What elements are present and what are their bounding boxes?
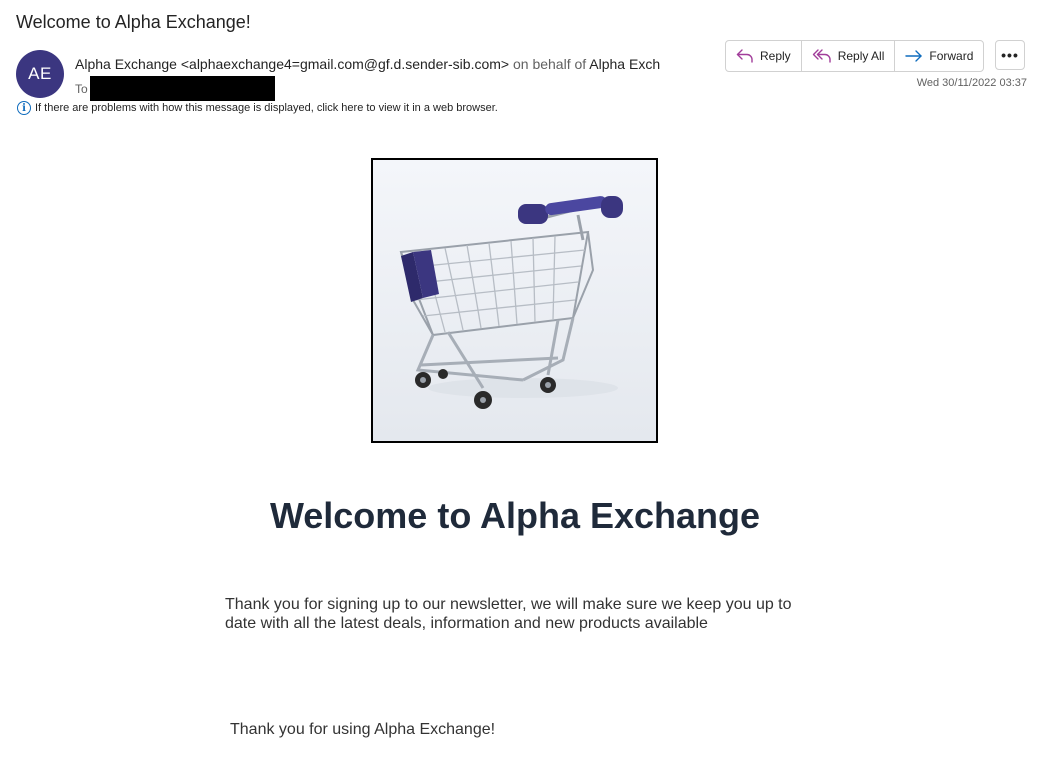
display-problem-notice[interactable]: i If there are problems with how this me… bbox=[17, 101, 498, 115]
on-behalf-name[interactable]: Alpha Exch bbox=[589, 56, 660, 72]
welcome-headline: Welcome to Alpha Exchange bbox=[269, 495, 761, 536]
sender-address: <alphaexchange4=gmail.com@gf.d.sender-si… bbox=[180, 56, 510, 72]
reply-all-label: Reply All bbox=[837, 49, 885, 63]
avatar[interactable]: AE bbox=[16, 50, 64, 98]
message-actions: Reply Reply All Forward bbox=[725, 40, 985, 72]
on-behalf-label: on behalf of bbox=[512, 56, 587, 72]
info-notice-text[interactable]: If there are problems with how this mess… bbox=[35, 102, 498, 114]
more-actions-button[interactable]: ••• bbox=[995, 40, 1025, 70]
to-label: To bbox=[75, 81, 88, 96]
reply-all-button[interactable]: Reply All bbox=[800, 41, 895, 71]
sent-date: Wed 30/11/2022 03:37 bbox=[916, 77, 1027, 89]
reply-label: Reply bbox=[760, 49, 791, 63]
reply-button[interactable]: Reply bbox=[726, 41, 801, 71]
avatar-initials: AE bbox=[28, 64, 52, 83]
closing-text: Thank you for using Alpha Exchange! bbox=[230, 721, 496, 738]
sender-name[interactable]: Alpha Exchange bbox=[75, 56, 177, 72]
email-subject: Welcome to Alpha Exchange! bbox=[16, 12, 251, 32]
reply-all-icon bbox=[812, 49, 831, 63]
shopping-cart-icon bbox=[373, 160, 656, 441]
more-icon: ••• bbox=[1001, 47, 1019, 63]
redacted-recipient bbox=[89, 76, 275, 101]
email-reading-pane: Welcome to Alpha Exchange! AE Alpha Exch… bbox=[0, 0, 1043, 758]
forward-label: Forward bbox=[929, 49, 974, 63]
reply-icon bbox=[736, 49, 753, 63]
shopping-cart-image bbox=[371, 158, 658, 443]
newsletter-paragraph: Thank you for signing up to our newslett… bbox=[225, 596, 792, 632]
sender-line: Alpha Exchange <alphaexchange4=gmail.com… bbox=[75, 56, 695, 72]
forward-arrow-icon bbox=[905, 50, 923, 62]
forward-button[interactable]: Forward bbox=[894, 41, 983, 71]
recipient-line: To bbox=[75, 76, 275, 101]
info-icon: i bbox=[17, 101, 31, 115]
